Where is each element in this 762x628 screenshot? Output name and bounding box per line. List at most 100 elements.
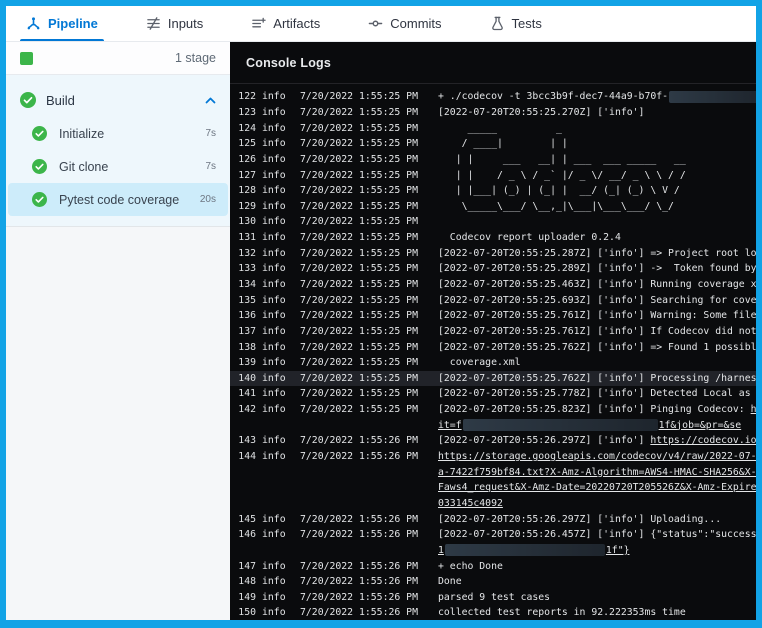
console-header: Console Logs [230,42,756,84]
tab-pipeline[interactable]: Pipeline [24,6,100,41]
log-timestamp: 7/20/2022 1:55:25 PM [300,263,422,274]
log-message: / ____| | | [438,138,756,149]
line-number: 139 [230,357,256,368]
tab-commits[interactable]: Commits [366,6,443,41]
stage-count-label: 1 stage [175,51,216,65]
log-text: [2022-07-20T20:55:25.693Z] ['info'] Sear… [438,295,756,306]
log-line: 150info7/20/2022 1:55:26 PMcollected tes… [230,605,756,620]
log-line: 130info7/20/2022 1:55:25 PM [230,214,756,230]
log-level: info [262,529,288,540]
log-link[interactable]: 033145c4092 [438,498,503,509]
log-link[interactable]: 1 [438,545,444,556]
log-text: [2022-07-20T20:55:25.761Z] ['info'] Warn… [438,310,756,321]
log-timestamp: 7/20/2022 1:55:25 PM [300,201,422,212]
step-duration: 7s [205,128,216,139]
line-number: 129 [230,201,256,212]
tab-tests[interactable]: Tests [488,6,544,41]
log-text: [2022-07-20T20:55:25.287Z] ['info'] => P… [438,248,756,259]
line-number: 126 [230,154,256,165]
tab-artifacts-label: Artifacts [273,16,320,31]
log-link[interactable]: https://storage.googleapis.com/codecov/v… [438,451,756,462]
log-text: Codecov report uploader 0.2.4 [438,232,621,243]
redacted-secret [445,544,605,556]
log-link[interactable]: Faws4_request&X-Amz-Date=20220720T205526… [438,482,756,493]
success-check-icon [32,192,47,207]
log-message: https://storage.googleapis.com/codecov/v… [438,451,756,462]
log-message: [2022-07-20T20:55:26.297Z] ['info'] http… [438,435,756,446]
step-label: Initialize [59,127,104,141]
line-number: 149 [230,592,256,603]
log-level: info [262,310,288,321]
step-initialize[interactable]: Initialize 7s [8,117,228,150]
log-line: it=f 1f&job=&pr=&se [230,417,756,433]
log-timestamp: 7/20/2022 1:55:25 PM [300,279,422,290]
line-number: 133 [230,263,256,274]
step-git-clone[interactable]: Git clone 7s [8,150,228,183]
line-number: 138 [230,342,256,353]
log-link[interactable]: ht [751,404,756,415]
line-number: 148 [230,576,256,587]
line-number: 130 [230,216,256,227]
log-link[interactable]: 1f"} [606,545,630,556]
log-level: info [262,91,288,102]
commits-icon [368,16,383,31]
execution-sidebar: 1 stage Build [6,42,230,620]
tab-artifacts[interactable]: Artifacts [249,6,322,41]
log-link[interactable]: https://codecov.io [650,435,756,446]
console-panel: Console Logs 122info7/20/2022 1:55:25 PM… [230,42,756,620]
log-timestamp: 7/20/2022 1:55:25 PM [300,342,422,353]
log-link[interactable]: it=f [438,420,462,431]
line-number: 136 [230,310,256,321]
log-timestamp: 7/20/2022 1:55:25 PM [300,373,422,384]
console-title: Console Logs [246,56,331,70]
log-message: + ./codecov -t 3bcc3b9f-dec7-44a9-b70f- [438,91,756,103]
execution-tabbar: Pipeline Inputs Artifacts [6,6,756,42]
log-line: 124info7/20/2022 1:55:25 PM _____ _ [230,120,756,136]
log-message: 1 1f"} [438,544,756,556]
line-number: 123 [230,107,256,118]
line-number: 124 [230,123,256,134]
tab-pipeline-label: Pipeline [48,16,98,31]
stage-strip: 1 stage [6,42,230,75]
step-label: Pytest code coverage [59,193,179,207]
log-level: info [262,279,288,290]
line-number: 147 [230,561,256,572]
log-line: 127info7/20/2022 1:55:25 PM | | / _ \ / … [230,167,756,183]
log-message: [2022-07-20T20:55:25.287Z] ['info'] => P… [438,248,756,259]
log-line: 148info7/20/2022 1:55:26 PMDone [230,574,756,590]
log-message: [2022-07-20T20:55:25.762Z] ['info'] => F… [438,342,756,353]
log-line: 128info7/20/2022 1:55:25 PM | |___| (_) … [230,183,756,199]
log-text: \_____\___/ \__,_|\___|\___\___/ \_/ [438,201,674,212]
log-level: info [262,373,288,384]
log-line: 129info7/20/2022 1:55:25 PM \_____\___/ … [230,198,756,214]
pipeline-icon [26,16,41,31]
stage-group-build[interactable]: Build [6,83,230,117]
log-level: info [262,107,288,118]
log-timestamp: 7/20/2022 1:55:26 PM [300,529,422,540]
log-timestamp: 7/20/2022 1:55:25 PM [300,154,422,165]
log-text: [2022-07-20T20:55:25.823Z] ['info'] Ping… [438,404,751,415]
console-log-area[interactable]: 122info7/20/2022 1:55:25 PM+ ./codecov -… [230,84,756,620]
chevron-up-icon[interactable] [205,97,216,104]
log-line: 141info7/20/2022 1:55:25 PM[2022-07-20T2… [230,386,756,402]
log-level: info [262,248,288,259]
log-message: [2022-07-20T20:55:25.762Z] ['info'] Proc… [438,373,756,384]
log-level: info [262,607,288,618]
log-line: 133info7/20/2022 1:55:25 PM[2022-07-20T2… [230,261,756,277]
log-timestamp: 7/20/2022 1:55:25 PM [300,107,422,118]
tab-inputs[interactable]: Inputs [144,6,205,41]
log-timestamp: 7/20/2022 1:55:26 PM [300,592,422,603]
log-message: parsed 9 test cases [438,592,756,603]
log-link[interactable]: a-7422f759bf84.txt?X-Amz-Algorithm=AWS4-… [438,467,756,478]
log-link[interactable]: 1f&job=&pr=&se [659,420,742,431]
log-line: 139info7/20/2022 1:55:25 PM coverage.xml [230,355,756,371]
log-text: [2022-07-20T20:55:25.778Z] ['info'] Dete… [438,388,756,399]
log-message: | | / _ \ / _` |/ _ \/ __/ _ \ \ / / [438,170,756,181]
stage-status-icon[interactable] [20,52,33,65]
pipeline-execution-window: Pipeline Inputs Artifacts [6,6,756,620]
log-level: info [262,514,288,525]
log-level: info [262,388,288,399]
log-timestamp: 7/20/2022 1:55:25 PM [300,170,422,181]
line-number: 125 [230,138,256,149]
step-pytest-code-coverage[interactable]: Pytest code coverage 20s [8,183,228,216]
